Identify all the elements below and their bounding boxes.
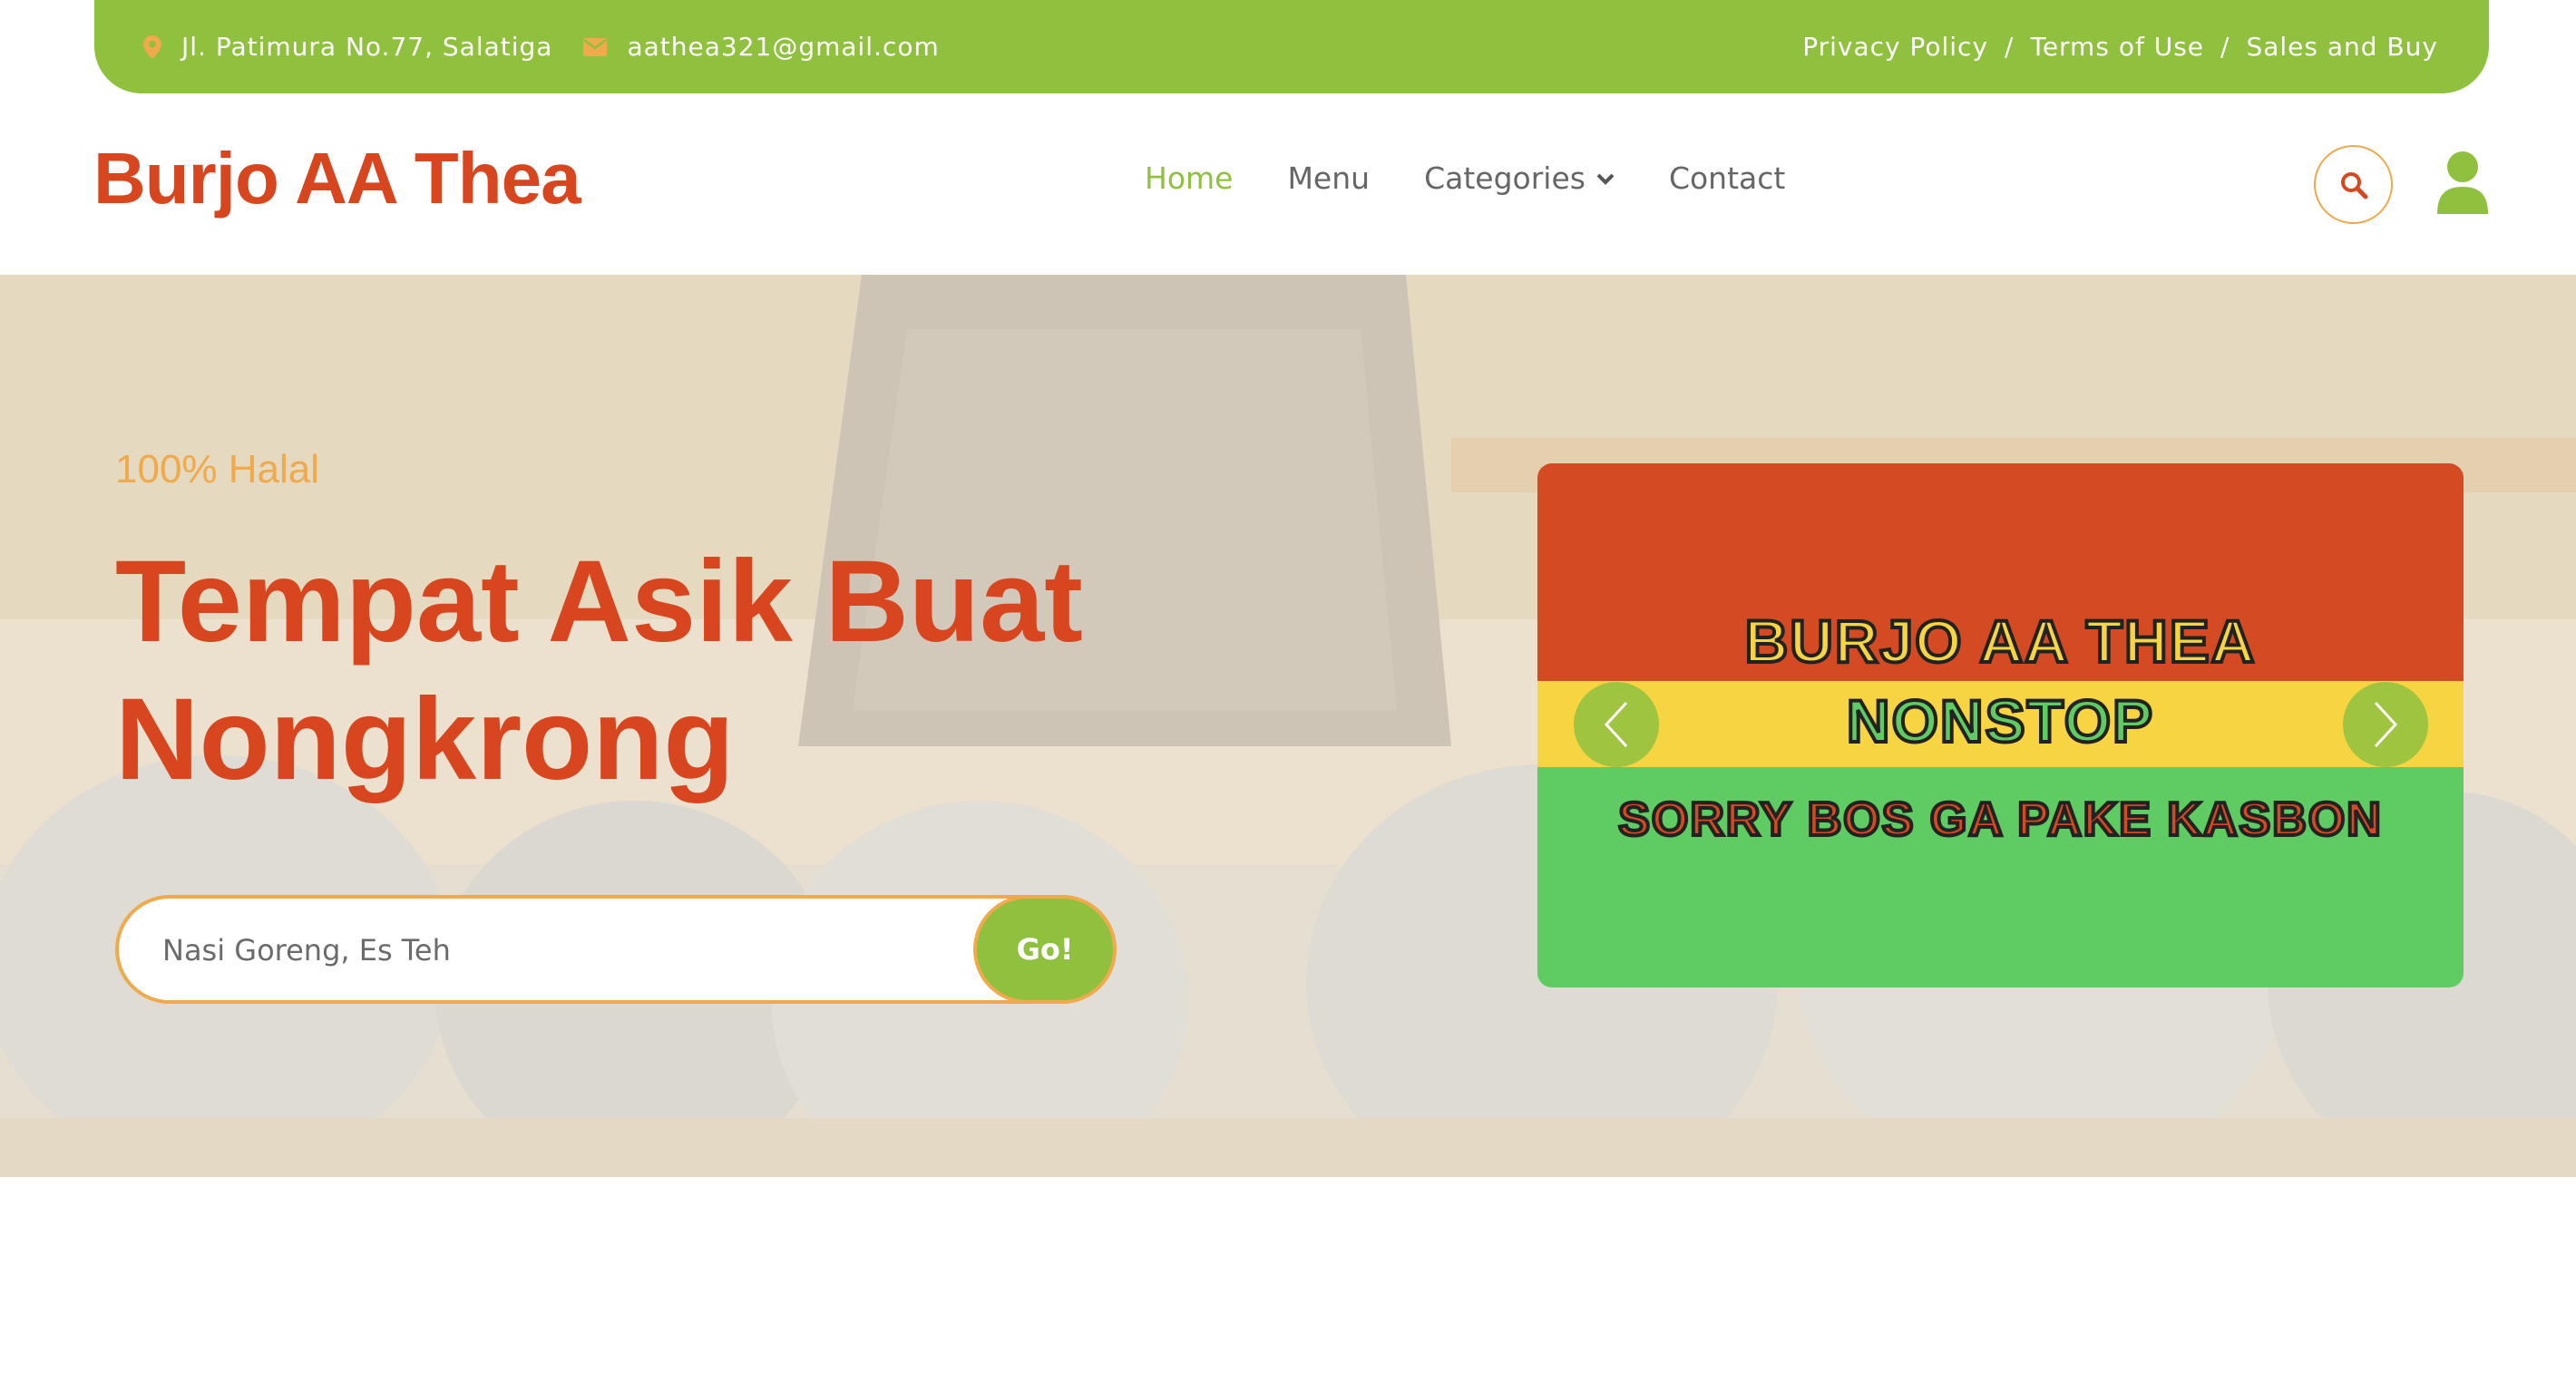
user-account-button[interactable]	[2437, 151, 2488, 214]
site-header: Burjo AA Thea Home Menu Categories Conta…	[0, 93, 2576, 275]
terms-of-use-link[interactable]: Terms of Use	[2030, 32, 2204, 62]
hero-tagline: 100% Halal	[115, 447, 320, 491]
map-marker-icon	[143, 34, 161, 59]
top-info-bar: Jl. Patimura No.77, Salatiga aathea321@g…	[94, 0, 2489, 93]
chevron-left-icon	[1604, 701, 1628, 748]
nav-home[interactable]: Home	[1145, 160, 1233, 196]
nav-categories-dropdown[interactable]: Categories	[1424, 160, 1615, 196]
link-separator: /	[2005, 32, 2015, 62]
chevron-right-icon	[2374, 701, 2398, 748]
carousel-next-button[interactable]	[2343, 682, 2428, 767]
nav-menu-label: Menu	[1287, 160, 1371, 196]
search-button[interactable]	[2314, 145, 2393, 224]
contact-info: Jl. Patimura No.77, Salatiga aathea321@g…	[143, 32, 971, 62]
privacy-policy-link[interactable]: Privacy Policy	[1802, 32, 1988, 62]
banner-note: SORRY BOS GA PAKE KASBON	[1616, 792, 2383, 848]
address-info: Jl. Patimura No.77, Salatiga	[143, 32, 552, 62]
envelope-icon	[583, 37, 608, 56]
user-icon	[2437, 151, 2488, 214]
address-text: Jl. Patimura No.77, Salatiga	[181, 32, 553, 62]
search-go-button[interactable]: Go!	[973, 895, 1117, 1004]
site-logo[interactable]: Burjo AA Thea	[93, 137, 581, 220]
email-info: aathea321@gmail.com	[583, 32, 939, 62]
hero-search-form: Go!	[115, 895, 1117, 1004]
email-text: aathea321@gmail.com	[627, 32, 940, 62]
nav-home-label: Home	[1145, 160, 1234, 196]
nav-menu[interactable]: Menu	[1287, 160, 1370, 196]
nav-contact-label: Contact	[1668, 160, 1786, 196]
promo-carousel: BURJO AA THEA NONSTOP SORRY BOS GA PAKE …	[1537, 463, 2464, 987]
banner-title: BURJO AA THEA	[1743, 606, 2257, 676]
nav-contact[interactable]: Contact	[1669, 160, 1785, 196]
link-separator: /	[2220, 32, 2230, 62]
chevron-down-icon	[1596, 173, 1615, 185]
policy-links: Privacy Policy / Terms of Use / Sales an…	[1802, 32, 2438, 62]
nav-categories-label: Categories	[1424, 160, 1586, 196]
search-icon	[2340, 171, 2367, 199]
hero-search-input[interactable]	[162, 926, 979, 975]
main-nav: Home Menu Categories Contact	[1145, 160, 1839, 196]
banner-subtitle: NONSTOP	[1845, 686, 2155, 756]
hero-section: 100% Halal Tempat Asik Buat Nongkrong Go…	[0, 275, 2576, 1177]
carousel-prev-button[interactable]	[1574, 682, 1659, 767]
sales-and-buy-link[interactable]: Sales and Buy	[2246, 32, 2438, 62]
hero-headline: Tempat Asik Buat Nongkrong	[115, 537, 1083, 804]
